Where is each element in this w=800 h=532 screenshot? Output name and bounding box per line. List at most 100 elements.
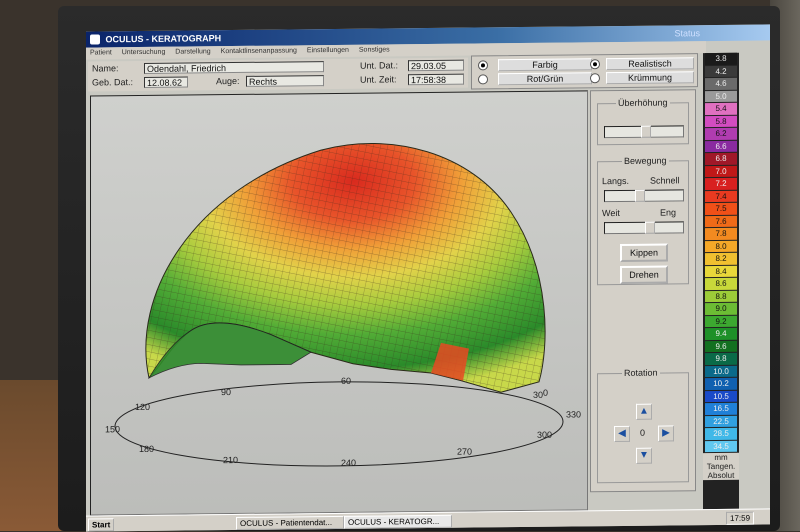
name-field: Odendahl, Friedrich [144, 61, 324, 74]
rotate-button[interactable]: Drehen [620, 265, 668, 284]
realistic-button[interactable]: Realistisch [606, 57, 694, 71]
scale-swatch: 5.0 [705, 90, 737, 103]
scale-swatch: 6.8 [705, 152, 737, 165]
tilt-button[interactable]: Kippen [620, 243, 668, 262]
range-thumb[interactable] [645, 221, 655, 234]
curvature-button[interactable]: Krümmung [606, 71, 694, 85]
display-options: Farbig Rot/Grün Realistisch Krümmung [471, 53, 698, 90]
menu-patient[interactable]: Patient [90, 49, 112, 56]
cornea-surface-plot: 90 60 30 0 330 300 270 240 210 180 150 1… [105, 143, 581, 468]
scale-swatch: 10.2 [705, 377, 737, 390]
menu-settings[interactable]: Einstellungen [307, 47, 349, 54]
redgreen-button[interactable]: Rot/Grün [498, 72, 592, 86]
clock: 17:59 [726, 511, 755, 525]
exaggeration-thumb[interactable] [641, 125, 651, 138]
rotation-title: Rotation [622, 367, 660, 378]
menu-misc[interactable]: Sonstiges [359, 46, 390, 53]
scale-swatch: 5.8 [705, 115, 737, 128]
eye-label: Auge: [216, 75, 240, 87]
color-button[interactable]: Farbig [498, 58, 592, 72]
scale-swatch: 9.2 [705, 315, 737, 328]
scale-swatch: 7.8 [705, 227, 737, 240]
start-button[interactable]: Start [88, 518, 115, 532]
application-screen: OCULUS - KERATOGRAPH Status Patient Unte… [86, 24, 770, 532]
axis-label-300: 300 [537, 430, 552, 440]
scale-swatch: 22.5 [705, 415, 737, 428]
scale-swatch: 28.5 [705, 427, 737, 440]
axis-label-330: 330 [566, 409, 581, 419]
exam-time-field: 17:58:38 [408, 73, 464, 86]
eye-field: Rechts [246, 75, 324, 87]
window-title: OCULUS - KERATOGRAPH [105, 33, 222, 45]
slow-label: Langs. [602, 175, 630, 187]
speed-slider[interactable] [604, 189, 684, 203]
movement-title: Bewegung [622, 155, 669, 166]
speed-thumb[interactable] [635, 189, 645, 202]
dob-field: 12.08.62 [144, 76, 188, 88]
redgreen-radio[interactable] [478, 74, 488, 85]
wide-label: Weit [602, 207, 620, 219]
scale-swatch: 7.5 [705, 202, 737, 215]
rotate-up-icon[interactable]: ▲ [636, 403, 652, 420]
scale-swatch: 5.4 [705, 102, 737, 115]
scale-swatch: 6.2 [705, 127, 737, 140]
realistic-radio[interactable] [590, 59, 600, 70]
cornea-dome [145, 143, 546, 393]
status-label: Status [674, 28, 700, 39]
scale-swatch: 7.4 [705, 190, 737, 203]
view-controls-panel: Überhöhung Bewegung Langs. Schnell Weit … [590, 89, 696, 493]
scale-swatch: 4.6 [705, 77, 737, 90]
scale-swatch: 9.4 [705, 327, 737, 340]
axis-label-120: 120 [135, 402, 150, 412]
scale-swatch: 7.6 [705, 215, 737, 228]
task-keratograph[interactable]: OCULUS - KERATOGR... [344, 514, 452, 529]
scale-swatch: 7.2 [705, 177, 737, 190]
exam-date-field: 29.03.05 [408, 59, 464, 72]
curvature-radio[interactable] [590, 73, 600, 84]
rotate-down-icon[interactable]: ▼ [636, 447, 652, 464]
scale-swatch: 16.5 [705, 402, 737, 415]
app-icon [90, 34, 100, 45]
menu-contact-lens[interactable]: Kontaktlinsenanpassung [221, 47, 297, 55]
rotation-value: 0 [640, 427, 646, 438]
scale-swatch: 8.4 [705, 265, 737, 278]
scale-swatch: 8.2 [705, 252, 737, 265]
scale-swatch: 8.6 [705, 277, 737, 290]
narrow-label: Eng [660, 207, 677, 218]
range-slider[interactable] [604, 221, 684, 235]
color-radio[interactable] [478, 60, 488, 71]
exam-time-label: Unt. Zeit: [360, 74, 397, 85]
exaggeration-title: Überhöhung [616, 97, 670, 109]
scale-unit: mm [714, 452, 728, 463]
scale-swatch: 9.0 [705, 302, 737, 315]
exam-date-label: Unt. Dat.: [360, 60, 399, 71]
axis-label-180: 180 [139, 444, 154, 454]
axis-label-270: 270 [457, 447, 472, 457]
scale-mode-absolute[interactable]: Absolut [703, 471, 739, 480]
menu-display[interactable]: Darstellung [175, 48, 210, 55]
axis-label-150: 150 [105, 424, 120, 434]
axis-label-60: 60 [341, 376, 351, 386]
movement-group: Bewegung Langs. Schnell Weit Eng Kippen … [597, 155, 689, 286]
name-label: Name: [92, 63, 119, 74]
rotation-group: Rotation ▲ ◀ 0 ▶ ▼ [597, 367, 689, 484]
rotate-left-icon[interactable]: ◀ [614, 425, 630, 443]
scale-mode-tangential[interactable]: Tangen. [703, 462, 739, 471]
dob-label: Geb. Dat.: [92, 77, 134, 88]
scale-swatch: 9.8 [705, 352, 737, 365]
scale-swatch: 7.0 [705, 165, 737, 178]
cornea-3d-view[interactable]: 90 60 30 0 330 300 270 240 210 180 150 1… [90, 90, 588, 516]
scale-swatch: 8.0 [705, 240, 737, 253]
fast-label: Schnell [650, 175, 680, 186]
axis-label-0: 0 [543, 388, 548, 398]
axis-label-30: 30 [533, 390, 543, 400]
rotate-right-icon[interactable]: ▶ [658, 425, 674, 442]
exaggeration-slider[interactable] [604, 125, 684, 139]
scale-footer: mm Tangen. Absolut [703, 452, 739, 481]
task-patient-data[interactable]: OCULUS - Patientendat... [236, 515, 344, 531]
scale-swatch: 10.0 [705, 365, 737, 378]
menu-examination[interactable]: Untersuchung [122, 49, 166, 56]
scale-swatch: 3.8 [705, 52, 737, 65]
axis-label-240: 240 [341, 458, 356, 468]
patient-header: Name: Odendahl, Friedrich Geb. Dat.: 12.… [88, 57, 468, 92]
